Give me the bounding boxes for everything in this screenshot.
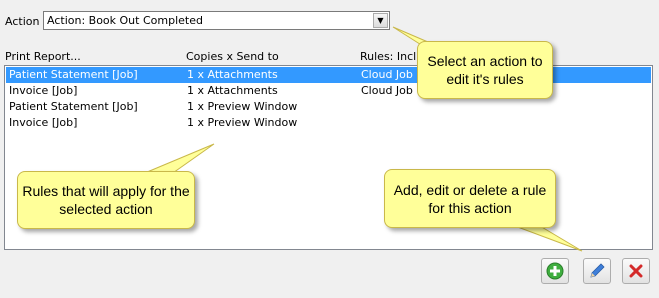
red-x-icon [629, 264, 643, 278]
delete-rule-button[interactable] [622, 258, 650, 284]
pencil-icon [590, 263, 605, 278]
callout-tails [139, 26, 583, 252]
callout-rules-apply: Rules that will apply for the selected a… [17, 171, 195, 229]
edit-rule-button[interactable] [583, 258, 611, 284]
add-rule-button[interactable] [541, 258, 569, 284]
callout-select-action: Select an action to edit it's rules [417, 41, 553, 99]
plus-circle-icon [546, 262, 564, 280]
callout-add-edit-delete: Add, edit or delete a rule for this acti… [384, 169, 556, 228]
